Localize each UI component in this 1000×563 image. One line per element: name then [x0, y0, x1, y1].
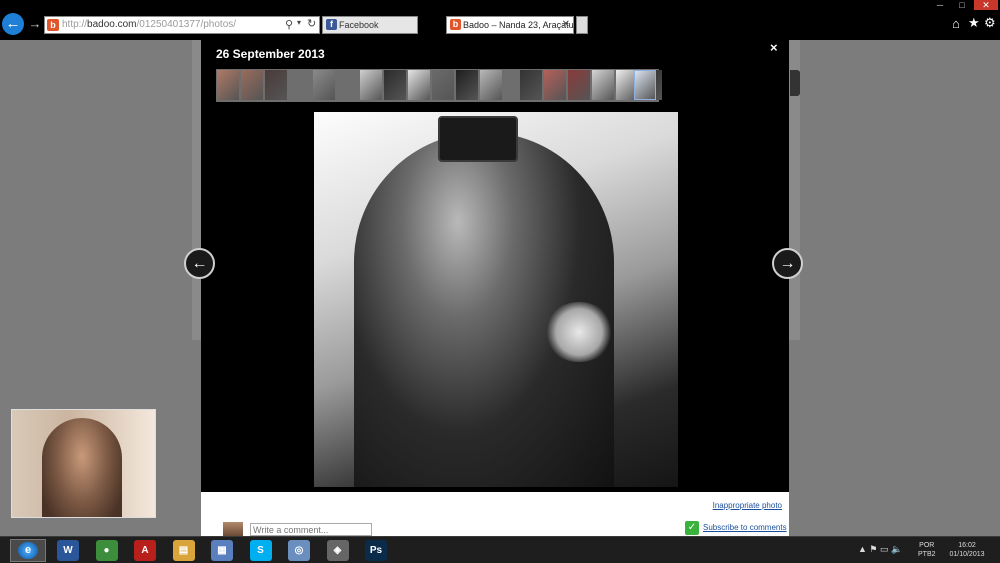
badoo-icon: b: [450, 19, 461, 30]
photo-date: 26 September 2013: [216, 47, 325, 61]
subscribe-to-comments-link[interactable]: Subscribe to comments: [703, 523, 787, 532]
new-tab-button[interactable]: [576, 16, 588, 34]
search-icon[interactable]: ⚲: [285, 18, 293, 31]
photo-thumbnail[interactable]: [360, 70, 382, 100]
next-photo-button[interactable]: →: [772, 248, 803, 279]
tab-badoo[interactable]: b Badoo – Nanda 23, Araçatu... ✕: [446, 16, 574, 34]
comment-input[interactable]: [250, 523, 372, 536]
arrow-left-icon: ←: [191, 255, 208, 272]
clock-time: 16:02: [958, 542, 976, 549]
facebook-icon: f: [326, 19, 337, 30]
subscribe-checkbox[interactable]: ✓: [685, 521, 699, 535]
favorites-star-icon[interactable]: ★: [968, 15, 980, 31]
home-icon[interactable]: ⌂: [952, 16, 960, 31]
photo-viewer: 26 September 2013 ×: [201, 40, 789, 492]
media-app-icon[interactable]: ◈: [326, 540, 349, 561]
photo-thumbnail[interactable]: [568, 70, 590, 100]
back-button[interactable]: ←: [2, 13, 24, 35]
photo-thumbnail[interactable]: [592, 70, 614, 100]
tab-facebook[interactable]: f Facebook: [322, 16, 418, 34]
window-close-button[interactable]: ✕: [974, 0, 998, 10]
taskbar: e W ● A ▤ ▦ S ◎ ◈ Ps ▲ ⚑ ▭ 🔈 POR PTB2 16:02 01/1…: [0, 536, 1000, 563]
photo-thumbnail[interactable]: [217, 70, 239, 100]
chrome-icon[interactable]: ●: [95, 540, 118, 561]
language-indicator[interactable]: POR PTB2: [918, 541, 936, 559]
arrow-right-icon: →: [779, 255, 796, 272]
acrobat-icon[interactable]: A: [134, 540, 156, 561]
internet-explorer-icon: e: [18, 542, 38, 559]
keyboard-layout: PTB2: [918, 551, 936, 558]
gear-icon[interactable]: ⚙: [984, 15, 996, 31]
refresh-icon[interactable]: ↻: [307, 17, 316, 30]
address-bar[interactable]: b http://badoo.com/01250401377/photos/ ⚲…: [44, 16, 320, 34]
webcam-preview: [11, 409, 156, 518]
photo-phone: [438, 116, 518, 162]
maximize-button[interactable]: □: [952, 0, 972, 10]
photo-thumbnail[interactable]: [432, 70, 454, 100]
tab-label: Badoo – Nanda 23, Araçatu...: [463, 20, 574, 30]
close-icon[interactable]: ×: [770, 40, 778, 55]
language-code: POR: [919, 542, 935, 549]
photo-thumbnail[interactable]: [265, 70, 287, 100]
minimize-button[interactable]: ─: [930, 0, 950, 10]
photo-thumbnail[interactable]: [544, 70, 566, 100]
skype-icon[interactable]: S: [249, 540, 272, 561]
photo-thumbnail[interactable]: [480, 70, 502, 100]
webcam-person: [42, 418, 122, 517]
previous-photo-button[interactable]: ←: [184, 248, 215, 279]
inappropriate-photo-link[interactable]: Inappropriate photo: [713, 501, 782, 510]
forward-button[interactable]: →: [28, 15, 42, 33]
photo-thumbnail[interactable]: [384, 70, 406, 100]
close-tab-icon[interactable]: ✕: [562, 17, 570, 33]
avatar: [223, 522, 243, 536]
photo-thumbnail[interactable]: [313, 70, 335, 100]
photoshop-icon[interactable]: Ps: [365, 540, 387, 561]
photo-thumbnail[interactable]: [408, 70, 430, 100]
remote-desktop-icon[interactable]: ▦: [211, 540, 233, 561]
badoo-favicon-icon: b: [47, 19, 59, 31]
network-icon[interactable]: ◎: [288, 540, 310, 561]
dropdown-icon[interactable]: ▾: [297, 18, 301, 27]
system-tray-icons[interactable]: ▲ ⚑ ▭ 🔈: [858, 544, 902, 555]
clock[interactable]: 16:02 01/10/2013: [945, 541, 989, 559]
comments-section: Inappropriate photo ✓ Subscribe to comme…: [201, 492, 789, 536]
url-text[interactable]: http://badoo.com/01250401377/photos/: [62, 19, 272, 30]
page-side-button[interactable]: [790, 70, 800, 96]
photo-thumbnail[interactable]: [634, 70, 656, 100]
clock-date: 01/10/2013: [949, 551, 985, 558]
internet-explorer-taskbar-button[interactable]: e: [10, 539, 46, 562]
browser-toolbar: ← → b http://badoo.com/01250401377/photo…: [0, 0, 1000, 40]
main-photo: [314, 112, 678, 487]
explorer-folder-icon[interactable]: ▤: [172, 540, 195, 561]
word-icon[interactable]: W: [57, 540, 79, 561]
tab-label: Facebook: [339, 20, 379, 30]
photo-dress-pattern: [544, 302, 614, 362]
photo-thumbnail[interactable]: [520, 70, 542, 100]
thumbnail-strip: [216, 69, 662, 102]
photo-thumbnail[interactable]: [241, 70, 263, 100]
photo-thumbnail[interactable]: [456, 70, 478, 100]
